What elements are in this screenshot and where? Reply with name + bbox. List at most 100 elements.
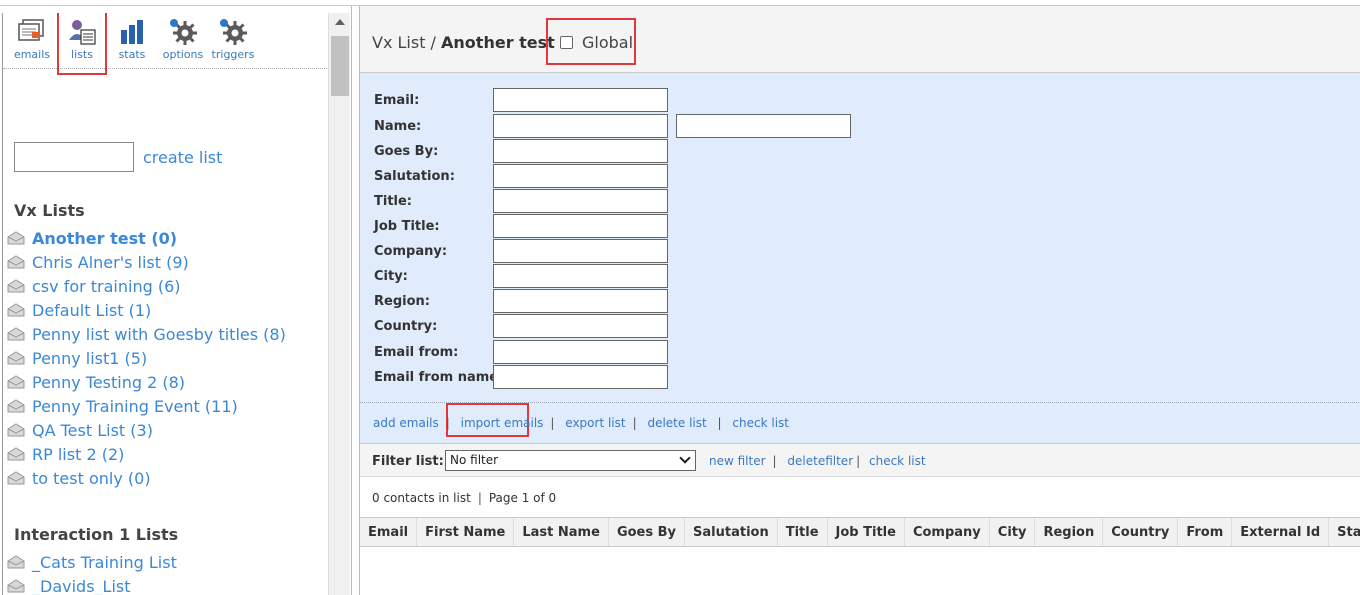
- chevron-down-icon: [679, 452, 691, 464]
- column-header[interactable]: External Id: [1232, 518, 1330, 546]
- field-label: Country:: [374, 319, 438, 334]
- list-item[interactable]: csv for training (6): [7, 274, 286, 298]
- column-header[interactable]: Last Name: [514, 518, 609, 546]
- list-item[interactable]: QA Test List (3): [7, 418, 286, 442]
- field-input[interactable]: [493, 365, 668, 389]
- list-item-label: RP list 2 (2): [32, 444, 125, 464]
- check-list-link[interactable]: check list: [732, 416, 789, 430]
- column-header[interactable]: Email: [360, 518, 418, 546]
- check-list-filter-link[interactable]: check list: [869, 454, 926, 468]
- column-header[interactable]: Company: [905, 518, 990, 546]
- field-input[interactable]: [493, 189, 668, 213]
- list-item[interactable]: Penny Training Event (11): [7, 394, 286, 418]
- sidebar-scrollbar[interactable]: [328, 13, 350, 595]
- list-item[interactable]: Chris Alner's list (9): [7, 250, 286, 274]
- vx-lists: Another test (0) Chris Alner's list (9) cs…: [7, 226, 286, 490]
- list-item[interactable]: Penny list with Goesby titles (8): [7, 322, 286, 346]
- list-item-label: Penny Training Event (11): [32, 396, 238, 416]
- toolbar-label: emails: [13, 48, 51, 61]
- create-list-link[interactable]: create list: [143, 148, 222, 167]
- list-item[interactable]: RP list 2 (2): [7, 442, 286, 466]
- main-panel: Vx List / Another test Global add emails…: [359, 6, 1360, 595]
- field-input[interactable]: [493, 289, 668, 313]
- envelope-icon: [7, 423, 25, 437]
- list-item-label: csv for training (6): [32, 276, 181, 296]
- field-label: Email from:: [374, 345, 459, 360]
- breadcrumb-prefix: Vx List /: [372, 33, 442, 52]
- toolbar-triggers[interactable]: triggers: [210, 18, 256, 61]
- envelope-icon: [7, 447, 25, 461]
- list-item[interactable]: Default List (1): [7, 298, 286, 322]
- envelope-icon: [7, 555, 25, 569]
- list-item-label: Penny Testing 2 (8): [32, 372, 186, 392]
- scroll-thumb[interactable]: [331, 36, 349, 96]
- list-item[interactable]: _Cats Training List: [7, 550, 177, 574]
- field-input[interactable]: [493, 164, 668, 188]
- field-input[interactable]: [493, 88, 668, 112]
- add-emails-link[interactable]: add emails: [373, 416, 439, 430]
- field-input[interactable]: [493, 114, 668, 138]
- contacts-table-header: Email First Name Last Name Goes By Salutatio…: [360, 517, 1360, 547]
- envelope-icon: [7, 327, 25, 341]
- field-input[interactable]: [493, 139, 668, 163]
- column-header[interactable]: Salutation: [685, 518, 778, 546]
- separator: |: [445, 416, 450, 430]
- toolbar-options[interactable]: options: [160, 18, 206, 61]
- column-header[interactable]: Job Title: [828, 518, 905, 546]
- filter-bar: Filter list: No filter new filter | delet…: [360, 443, 1360, 477]
- toolbar-lists[interactable]: lists: [57, 13, 107, 75]
- import-emails-link[interactable]: import emails: [461, 416, 544, 430]
- global-checkbox[interactable]: [560, 36, 573, 49]
- envelope-icon: [7, 255, 25, 269]
- list-item[interactable]: _Davids_List: [7, 574, 177, 595]
- vx-lists-heading: Vx Lists: [14, 201, 85, 220]
- list-item-label: Penny list with Goesby titles (8): [32, 324, 286, 344]
- global-toggle[interactable]: Global: [546, 18, 636, 65]
- list-item[interactable]: to test only (0): [7, 466, 286, 490]
- column-header[interactable]: Country: [1103, 518, 1179, 546]
- breadcrumb-current: Another test: [441, 33, 555, 52]
- delete-list-link[interactable]: delete list: [647, 416, 706, 430]
- envelope-icon: [7, 375, 25, 389]
- gear-icon: [220, 19, 247, 45]
- toolbar-stats[interactable]: stats: [109, 18, 155, 61]
- last-name-input[interactable]: [676, 114, 851, 138]
- field-label: Company:: [374, 244, 448, 259]
- column-header[interactable]: Title: [778, 518, 828, 546]
- list-item[interactable]: Penny Testing 2 (8): [7, 370, 286, 394]
- field-label: City:: [374, 269, 408, 284]
- field-input[interactable]: [493, 214, 668, 238]
- column-header[interactable]: Goes By: [609, 518, 686, 546]
- field-input[interactable]: [493, 239, 668, 263]
- column-header[interactable]: From: [1178, 518, 1233, 546]
- field-input[interactable]: [493, 264, 668, 288]
- filter-select[interactable]: No filter: [445, 450, 696, 471]
- new-filter-link[interactable]: new filter: [709, 454, 766, 468]
- column-header[interactable]: Status: [1329, 518, 1360, 546]
- separator: |: [632, 416, 637, 430]
- list-item[interactable]: Another test (0): [7, 226, 286, 250]
- list-item-label: Penny list1 (5): [32, 348, 148, 368]
- column-header[interactable]: Region: [1035, 518, 1104, 546]
- field-input[interactable]: [493, 314, 668, 338]
- column-header[interactable]: City: [990, 518, 1036, 546]
- envelope-icon: [7, 231, 25, 245]
- field-label: Region:: [374, 294, 430, 309]
- stats-icon: [121, 20, 143, 44]
- scroll-up-icon[interactable]: [335, 19, 345, 25]
- field-label: Goes By:: [374, 144, 439, 159]
- field-input[interactable]: [493, 340, 668, 364]
- list-item-label: Chris Alner's list (9): [32, 252, 189, 272]
- list-item[interactable]: Penny list1 (5): [7, 346, 286, 370]
- toolbar: emails lists stats options triggers: [3, 13, 328, 75]
- list-summary: 0 contacts in list | Page 1 of 0: [372, 491, 556, 505]
- create-list-input[interactable]: [14, 142, 134, 172]
- export-list-link[interactable]: export list: [565, 416, 625, 430]
- delete-filter-link[interactable]: deletefilter: [787, 454, 853, 468]
- toolbar-emails[interactable]: emails: [9, 18, 55, 61]
- column-header[interactable]: First Name: [417, 518, 515, 546]
- field-label: Email:: [374, 93, 420, 108]
- contact-count: 0 contacts in list: [372, 491, 471, 505]
- toolbar-label: lists: [71, 48, 93, 61]
- left-panel: emails lists stats options triggers crea…: [0, 6, 352, 595]
